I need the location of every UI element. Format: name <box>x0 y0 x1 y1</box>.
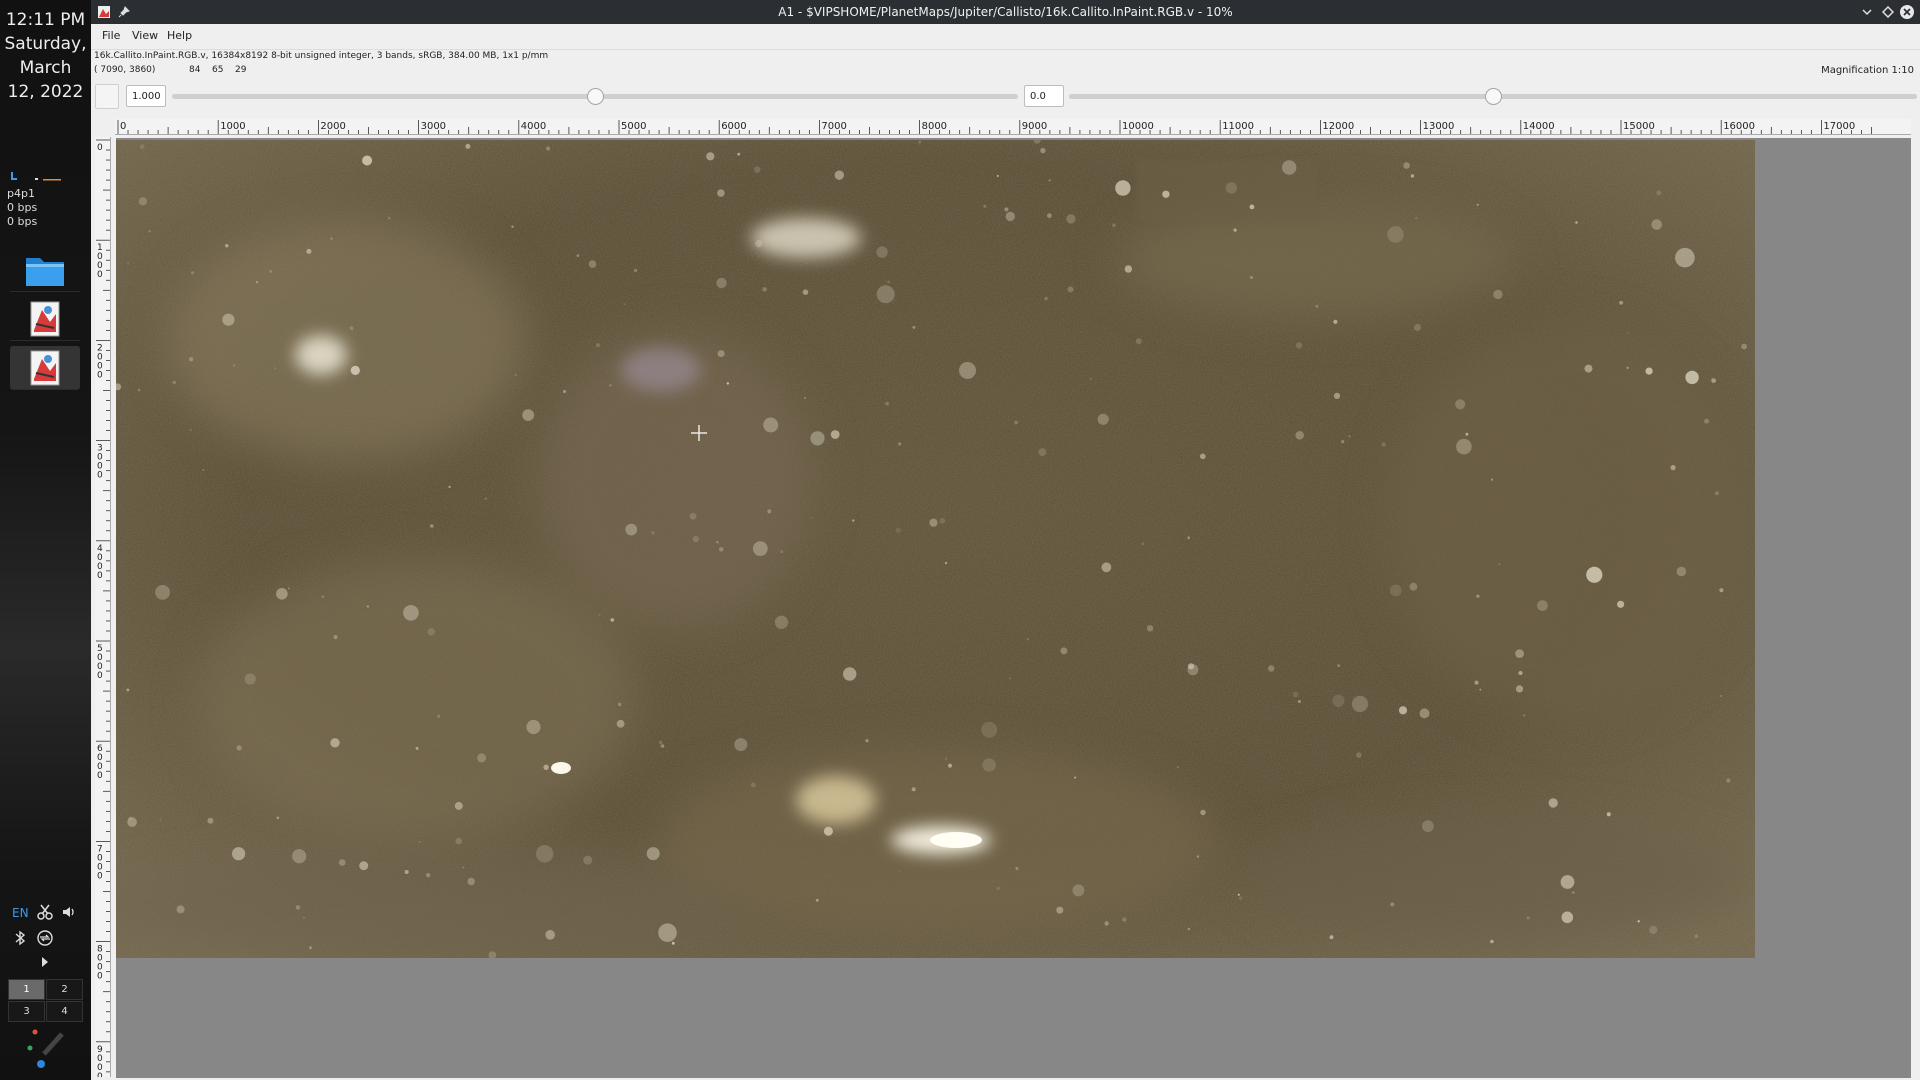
ruler-label: 1000 <box>220 121 245 132</box>
network-graph-icon <box>11 172 61 181</box>
pixel-value-band-0: 84 <box>189 65 201 75</box>
task-file-manager[interactable] <box>10 248 80 292</box>
vertical-ruler: 0100020003000400050006000700080009000 <box>95 137 111 1077</box>
pixel-value-band-1: 65 <box>212 65 224 75</box>
display-options-button[interactable] <box>95 84 119 109</box>
diamond-icon <box>1882 6 1894 18</box>
close-button[interactable] <box>1897 2 1917 22</box>
desktop-3[interactable]: 3 <box>8 1001 45 1022</box>
title-bar[interactable]: A1 - $VIPSHOME/PlanetMaps/Jupiter/Callis… <box>91 0 1920 24</box>
cursor-coordinates: ( 7090, 3860) <box>94 65 156 75</box>
tray-expand-icon[interactable] <box>40 956 50 968</box>
network-manager-icon[interactable] <box>36 929 54 947</box>
ruler-label: 0 <box>97 370 103 380</box>
scale-field[interactable] <box>126 85 166 107</box>
ruler-label: 8000 <box>922 121 947 132</box>
clock-month: March <box>19 58 72 78</box>
ruler-label: 0 <box>97 871 103 881</box>
ruler-label: 0 <box>97 143 103 153</box>
ruler-label: 9000 <box>1022 121 1047 132</box>
ruler-label: 5000 <box>621 121 646 132</box>
window-title: A1 - $VIPSHOME/PlanetMaps/Jupiter/Callis… <box>778 5 1233 19</box>
ruler-label: 0 <box>97 972 103 982</box>
ruler-label: 4000 <box>521 121 546 132</box>
ruler-label: 0 <box>97 1072 103 1077</box>
network-interface: p4p1 <box>7 187 35 200</box>
vips-icon <box>30 350 60 385</box>
ruler-label: 0 <box>97 471 103 481</box>
clock-date: 12, 2022 <box>7 82 84 102</box>
maximize-button[interactable] <box>1878 2 1898 22</box>
menu-file[interactable]: File <box>102 29 120 42</box>
desktop-pager: 1 2 3 4 <box>8 979 84 1023</box>
magnification-label: Magnification 1:10 <box>1821 65 1914 76</box>
ruler-label: 6000 <box>721 121 746 132</box>
chevron-down-icon <box>1862 9 1872 16</box>
scale-slider[interactable] <box>172 88 1018 105</box>
ruler-label: 0 <box>120 121 126 132</box>
desktop-2[interactable]: 2 <box>46 979 83 1000</box>
callisto-map-image[interactable] <box>116 140 1755 958</box>
ruler-label: 2000 <box>320 121 345 132</box>
ruler-label: 11000 <box>1222 121 1254 132</box>
ruler-label: 3000 <box>421 121 446 132</box>
ruler-label: 0 <box>97 671 103 681</box>
close-icon <box>1900 5 1914 19</box>
ruler-label: 16000 <box>1723 121 1755 132</box>
task-vips-window-2[interactable] <box>10 346 80 390</box>
minimize-button[interactable] <box>1857 2 1877 22</box>
crosshair-cursor-icon <box>691 425 707 441</box>
offset-field[interactable] <box>1024 85 1064 107</box>
volume-icon[interactable] <box>62 905 76 919</box>
clock-time[interactable]: 12:11 PM <box>0 8 91 32</box>
display-control-bar <box>91 84 1920 110</box>
desktop-1[interactable]: 1 <box>8 979 45 1000</box>
ruler-label: 12000 <box>1322 121 1354 132</box>
menu-bar: File View Help <box>91 24 1920 50</box>
keyboard-layout-indicator[interactable]: EN <box>12 906 29 920</box>
menu-help[interactable]: Help <box>167 29 192 42</box>
pixel-value-band-2: 29 <box>235 65 247 75</box>
desktop-4[interactable]: 4 <box>46 1001 83 1022</box>
ruler-label: 0 <box>97 571 103 581</box>
image-info-bar: 16k.Callito.InPaint.RGB.v, 16384x8192 8-… <box>91 50 1920 78</box>
network-download-rate: 0 bps <box>7 215 38 228</box>
task-vips-window-1[interactable] <box>10 297 80 341</box>
clipboard-scissors-icon[interactable] <box>37 904 53 920</box>
bluetooth-icon[interactable] <box>13 930 27 946</box>
ruler-label: 15000 <box>1623 121 1655 132</box>
ruler-label: 13000 <box>1423 121 1455 132</box>
network-upload-rate: 0 bps <box>7 201 38 214</box>
ruler-label: 10000 <box>1122 121 1154 132</box>
offset-slider[interactable] <box>1069 88 1917 105</box>
ruler-label: 0 <box>97 270 103 280</box>
app-launcher-icon[interactable] <box>24 1028 68 1072</box>
menu-view[interactable]: View <box>132 29 158 42</box>
clock-day: Saturday, <box>4 34 87 54</box>
folder-icon <box>26 257 64 286</box>
image-canvas[interactable] <box>116 138 1911 1078</box>
offset-slider-handle[interactable] <box>1485 88 1502 105</box>
vertical-scrollbar[interactable] <box>1911 138 1920 1078</box>
ruler-label: 7000 <box>821 121 846 132</box>
image-header-info: 16k.Callito.InPaint.RGB.v, 16384x8192 8-… <box>94 51 549 61</box>
vips-icon <box>30 301 60 336</box>
ruler-label: 0 <box>97 771 103 781</box>
system-tray: EN <box>8 903 84 967</box>
horizontal-ruler: 0 1000 2000 3000 4000 5000 6000 7000 8000 9000 100… <box>115 119 1911 135</box>
scale-slider-handle[interactable] <box>587 88 604 105</box>
ruler-label: 17000 <box>1823 121 1855 132</box>
ruler-label: 14000 <box>1523 121 1555 132</box>
taskbar-panel: 12:11 PM Saturday, March 12, 2022 p4p1 0… <box>0 0 91 1080</box>
vips-image-window: A1 - $VIPSHOME/PlanetMaps/Jupiter/Callis… <box>91 0 1920 1080</box>
